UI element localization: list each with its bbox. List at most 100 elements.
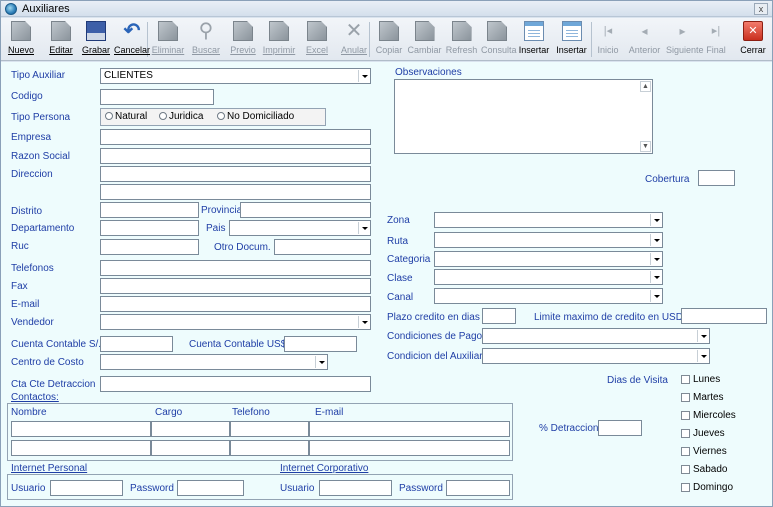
close-red-icon: ✕ xyxy=(743,21,763,41)
personal-password-input[interactable] xyxy=(177,480,244,496)
categoria-select[interactable] xyxy=(434,251,663,267)
contacto-cargo-2[interactable] xyxy=(151,440,230,456)
telefonos-label: Telefonos xyxy=(11,263,54,274)
preview-doc-icon xyxy=(233,21,253,41)
col-nombre: Nombre xyxy=(11,407,47,418)
toolbar-editar-button[interactable]: Editar xyxy=(44,20,78,59)
razon-social-label: Razon Social xyxy=(11,151,70,162)
clase-select[interactable] xyxy=(434,269,663,285)
condicion-auxiliar-select[interactable] xyxy=(482,348,710,364)
condiciones-pago-select[interactable] xyxy=(482,328,710,344)
canal-select[interactable] xyxy=(434,288,663,304)
telefonos-input[interactable] xyxy=(100,260,371,276)
toolbar-imprimir-button[interactable]: Imprimir xyxy=(261,20,297,59)
centro-costo-select[interactable] xyxy=(100,354,328,370)
window-close-button[interactable]: x xyxy=(754,3,768,15)
toolbar-consulta-button[interactable]: Consulta xyxy=(481,20,517,59)
otro-docum-input[interactable] xyxy=(274,239,371,255)
contacto-telefono-1[interactable] xyxy=(230,421,309,437)
toolbar-eliminar-button[interactable]: Eliminar xyxy=(151,20,185,59)
scroll-down-icon[interactable]: ▼ xyxy=(640,141,651,152)
provincia-input[interactable] xyxy=(240,202,371,218)
toolbar-insertar1-button[interactable]: Insertar xyxy=(515,20,553,59)
radio-natural[interactable]: Natural xyxy=(105,111,147,122)
departamento-input[interactable] xyxy=(100,220,199,236)
cuenta-usd-input[interactable] xyxy=(284,336,357,352)
contacto-nombre-1[interactable] xyxy=(11,421,151,437)
toolbar-siguiente-button[interactable]: ▸ Siguiente xyxy=(666,20,704,59)
toolbar-buscar-button[interactable]: ⚲ Buscar xyxy=(188,20,224,59)
fax-input[interactable] xyxy=(100,278,371,294)
toolbar-cerrar-button[interactable]: ✕ Cerrar xyxy=(737,20,769,59)
limite-credito-input[interactable] xyxy=(681,308,767,324)
contacto-nombre-2[interactable] xyxy=(11,440,151,456)
toolbar-refresh-button[interactable]: Refresh xyxy=(444,20,479,59)
contacto-email-1[interactable] xyxy=(309,421,510,437)
contacto-telefono-2[interactable] xyxy=(230,440,309,456)
toolbar-anular-button[interactable]: ✕ Anular xyxy=(338,20,370,59)
printer-icon xyxy=(269,21,289,41)
observaciones-textarea[interactable]: ▲ ▼ xyxy=(394,79,653,154)
contacto-email-2[interactable] xyxy=(309,440,510,456)
delete-doc-icon xyxy=(158,21,178,41)
checkbox-martes[interactable] xyxy=(681,393,690,402)
toolbar-nuevo-button[interactable]: Nuevo xyxy=(4,20,38,59)
checkbox-viernes[interactable] xyxy=(681,447,690,456)
scroll-up-icon[interactable]: ▲ xyxy=(640,81,651,92)
chevron-down-icon xyxy=(650,253,661,265)
toolbar-excel-button[interactable]: Excel xyxy=(299,20,335,59)
personal-usuario-input[interactable] xyxy=(50,480,123,496)
corporativo-usuario-input[interactable] xyxy=(319,480,392,496)
plazo-credito-input[interactable] xyxy=(482,308,516,324)
toolbar-grabar-button[interactable]: Grabar xyxy=(80,20,112,59)
contacto-cargo-1[interactable] xyxy=(151,421,230,437)
cuenta-soles-input[interactable] xyxy=(100,336,173,352)
toolbar-previo-button[interactable]: Previo xyxy=(227,20,259,59)
email-input[interactable] xyxy=(100,296,371,312)
toolbar-siguiente-label: Siguiente xyxy=(666,45,704,55)
radio-no-domiciliado[interactable]: No Domiciliado xyxy=(217,111,294,122)
direccion-input-1[interactable] xyxy=(100,166,371,182)
checkbox-miercoles[interactable] xyxy=(681,411,690,420)
toolbar-cancelar-button[interactable]: ↶ Cancelar xyxy=(114,20,150,59)
toolbar-eliminar-label: Eliminar xyxy=(151,45,185,55)
zona-select[interactable] xyxy=(434,212,663,228)
detraccion-pct-input[interactable] xyxy=(598,420,642,436)
toolbar-insertar2-label: Insertar xyxy=(556,45,587,55)
toolbar-anular-label: Anular xyxy=(340,45,367,55)
first-record-icon: |◂ xyxy=(603,25,613,37)
tipo-auxiliar-select[interactable]: CLIENTES xyxy=(100,68,371,84)
new-doc-icon xyxy=(11,21,31,41)
toolbar-anterior-button[interactable]: ◂ Anterior xyxy=(626,20,663,59)
cta-detraccion-input[interactable] xyxy=(100,376,371,392)
pais-select[interactable] xyxy=(229,220,371,236)
tipo-auxiliar-value: CLIENTES xyxy=(104,70,153,81)
toolbar-insertar2-button[interactable]: Insertar xyxy=(555,20,588,59)
toolbar-cambiar-button[interactable]: Cambiar xyxy=(407,20,442,59)
radio-circle-icon xyxy=(105,112,113,120)
distrito-label: Distrito xyxy=(11,206,43,217)
codigo-input[interactable] xyxy=(100,89,214,105)
razon-social-input[interactable] xyxy=(100,148,371,164)
ruta-select[interactable] xyxy=(434,232,663,248)
empresa-input[interactable] xyxy=(100,129,371,145)
checkbox-domingo[interactable] xyxy=(681,483,690,492)
direccion-input-2[interactable] xyxy=(100,184,371,200)
toolbar-copiar-button[interactable]: Copiar xyxy=(373,20,405,59)
toolbar-cerrar-label: Cerrar xyxy=(740,45,766,55)
radio-juridica[interactable]: Juridica xyxy=(159,111,203,122)
cobertura-input[interactable] xyxy=(698,170,735,186)
distrito-input[interactable] xyxy=(100,202,199,218)
categoria-label: Categoria xyxy=(387,254,431,265)
corporativo-password-input[interactable] xyxy=(446,480,510,496)
toolbar-final-button[interactable]: ▸| Final xyxy=(701,20,731,59)
cuenta-usd-label: Cuenta Contable US$ xyxy=(189,339,287,350)
ruc-input[interactable] xyxy=(100,239,199,255)
otro-docum-label: Otro Docum. xyxy=(214,242,271,253)
toolbar-inicio-button[interactable]: |◂ Inicio xyxy=(593,20,623,59)
checkbox-sabado[interactable] xyxy=(681,465,690,474)
checkbox-lunes[interactable] xyxy=(681,375,690,384)
checkbox-jueves[interactable] xyxy=(681,429,690,438)
vendedor-select[interactable] xyxy=(100,314,371,330)
search-icon: ⚲ xyxy=(198,20,214,42)
